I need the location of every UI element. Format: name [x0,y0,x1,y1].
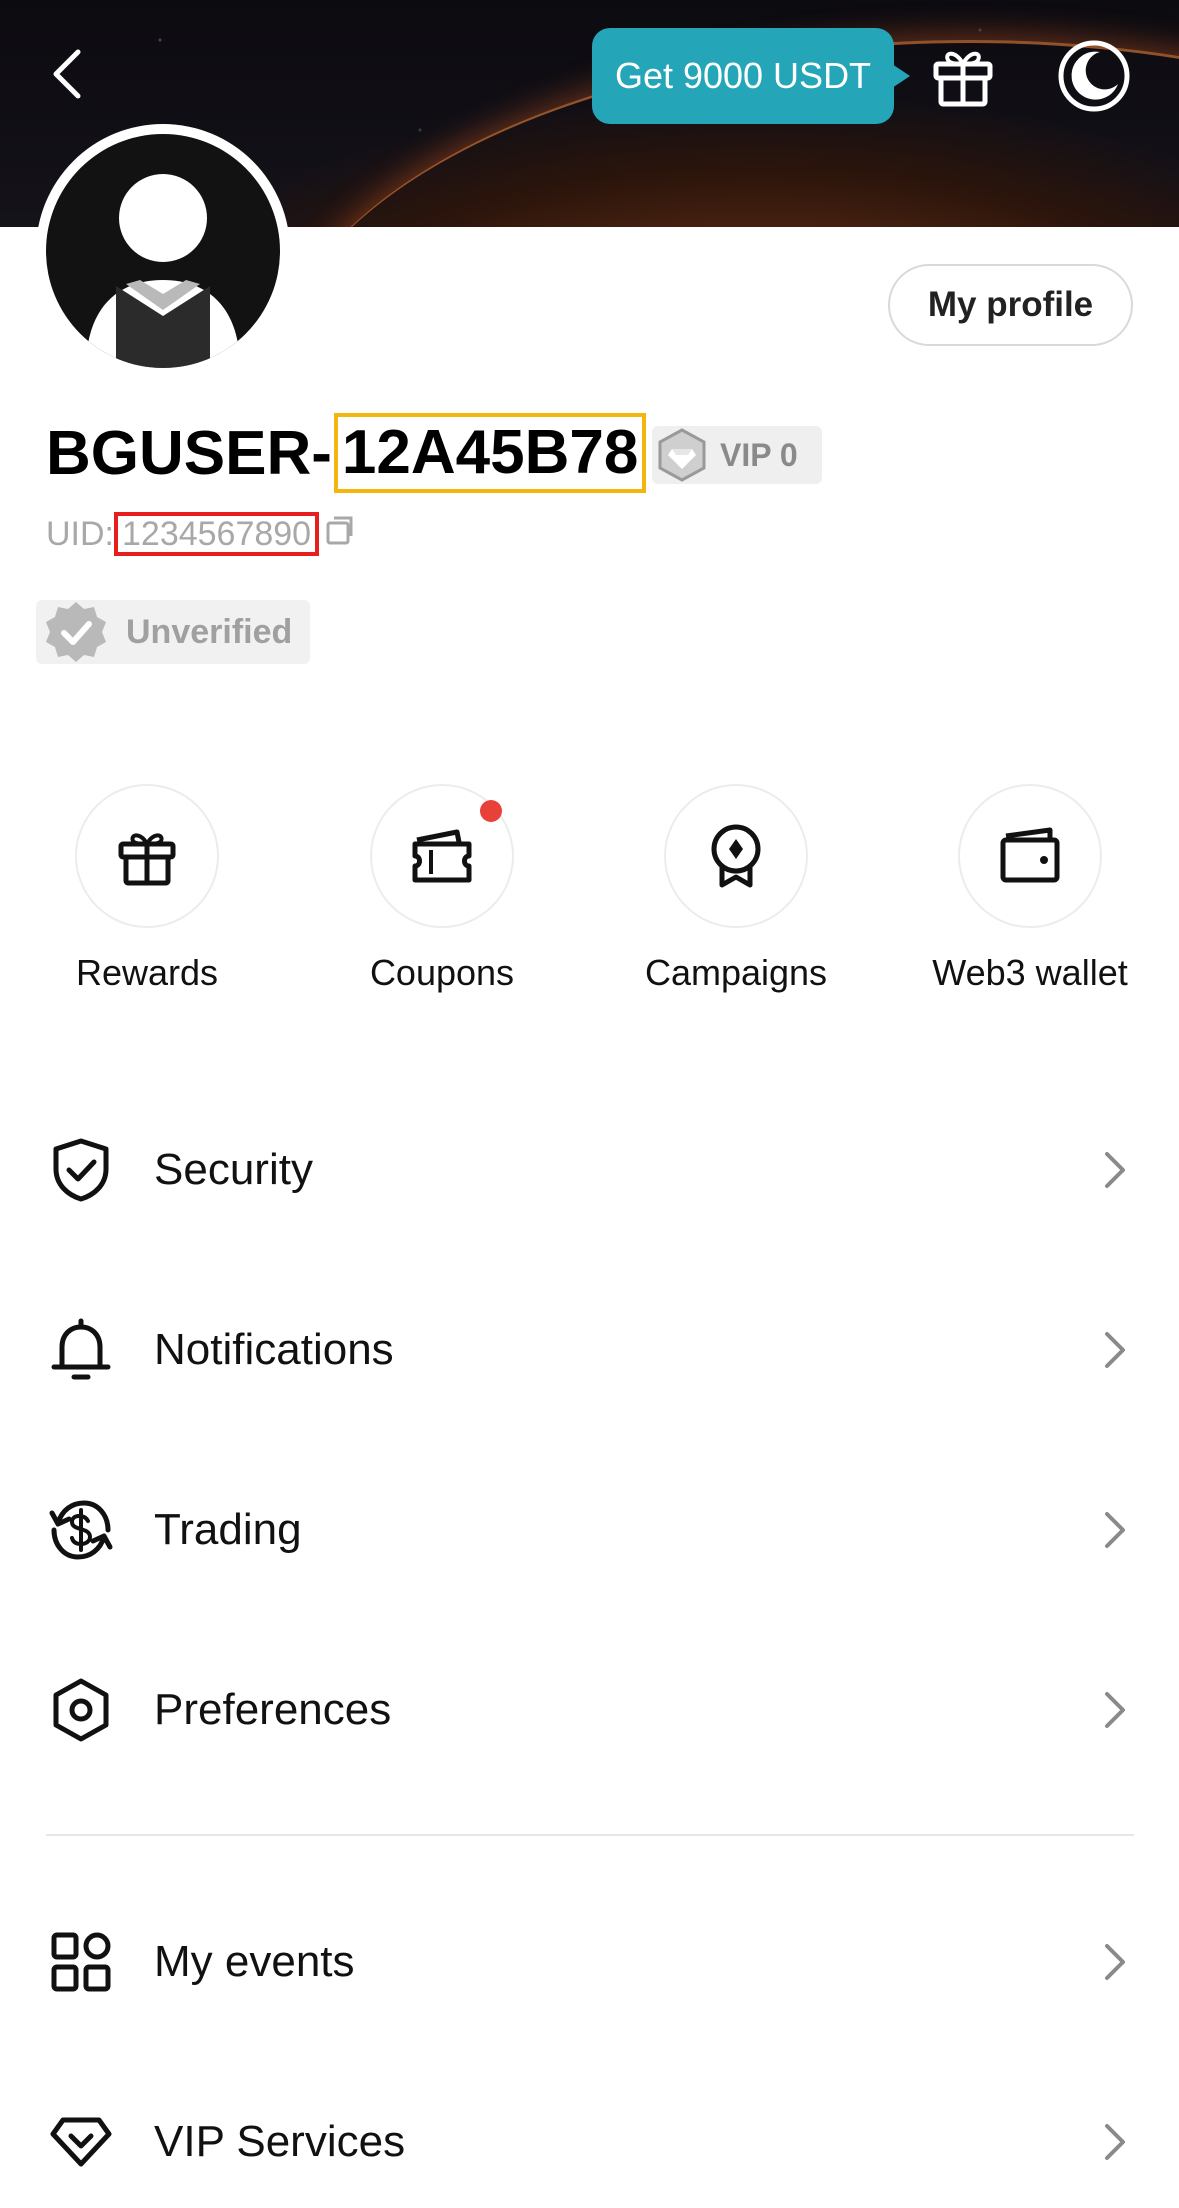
shield-check-icon [53,1138,109,1202]
quick-action-web3-wallet[interactable]: Web3 wallet [900,784,1160,994]
user-avatar-icon [86,174,240,368]
my-profile-button[interactable]: My profile [888,264,1133,346]
menu-item-label: My events [154,1937,355,1986]
quick-action-rewards[interactable]: Rewards [17,784,277,994]
back-button[interactable] [44,44,92,104]
quick-action-label: Coupons [369,952,515,993]
copy-uid-button[interactable] [325,514,355,555]
menu-item-label: Security [154,1145,313,1194]
verified-seal-icon [46,602,106,662]
wallet-icon [1000,827,1060,883]
promo-label: Get 9000 USDT [614,55,872,96]
hexagon-settings-icon [53,1678,109,1742]
menu-item-label: Trading [154,1505,302,1554]
menu-item-trading[interactable]: Trading [0,1470,1179,1590]
theme-toggle-button[interactable] [1056,38,1132,114]
promo-button[interactable]: Get 9000 USDT [592,28,910,124]
dollar-cycle-icon [49,1500,113,1560]
moon-icon [1058,40,1130,112]
quick-action-label: Rewards [75,952,219,993]
menu-item-my-events[interactable]: My events [0,1902,1179,2022]
grid-icon [51,1932,111,1992]
chevron-left-icon [53,49,81,99]
chevron-right-icon [1105,1512,1125,1548]
menu-item-label: Preferences [154,1685,392,1734]
chevron-right-icon [1105,1152,1125,1188]
vip-label: VIP 0 [720,436,798,473]
gift-icon [118,833,176,886]
username: BGUSER- 12A45B78 [46,412,647,494]
menu-item-label: VIP Services [154,2117,406,2166]
quick-action-campaigns[interactable]: Campaigns [606,784,866,994]
divider [46,1834,1134,1836]
vip-diamond-icon [658,428,706,482]
quick-action-label: Web3 wallet [932,952,1128,993]
gift-button[interactable] [928,40,998,110]
copy-icon [326,516,353,544]
chevron-right-icon [1105,1692,1125,1728]
diamond-icon [50,2117,112,2167]
uid-value: 1234567890 [114,512,320,556]
avatar[interactable] [36,124,290,378]
gift-icon [933,51,993,107]
uid-row: UID: 1234567890 [46,512,355,556]
quick-action-label: Campaigns [644,952,828,993]
my-profile-label: My profile [927,285,1094,324]
menu-item-security[interactable]: Security [0,1110,1179,1230]
chevron-right-icon [1105,1944,1125,1980]
uid-label: UID: [46,514,114,553]
menu-item-label: Notifications [154,1325,394,1374]
verification-status: Unverified [126,612,293,651]
medal-icon [711,824,761,888]
menu-item-vip-services[interactable]: VIP Services [0,2082,1179,2202]
menu-item-preferences[interactable]: Preferences [0,1650,1179,1770]
username-id: 12A45B78 [333,413,647,493]
vip-badge[interactable]: VIP 0 [652,426,822,484]
verification-badge[interactable]: Unverified [36,600,310,664]
notification-dot [480,800,502,822]
ticket-icon [412,829,472,883]
bell-icon [51,1318,111,1380]
username-prefix: BGUSER- [46,418,332,488]
menu-item-notifications[interactable]: Notifications [0,1290,1179,1410]
quick-action-coupons[interactable]: Coupons [312,784,572,994]
chevron-right-icon [1105,2124,1125,2160]
chevron-right-icon [1105,1332,1125,1368]
